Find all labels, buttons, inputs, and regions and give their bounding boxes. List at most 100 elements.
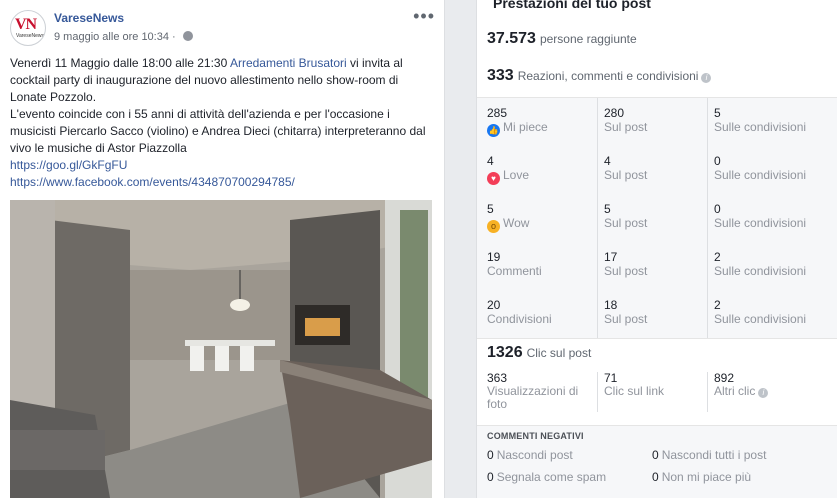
on-shares-label: Sulle condivisioni xyxy=(714,264,807,278)
avatar-logo-subtext: VareseNews xyxy=(16,33,44,39)
on-shares-label: Sulle condivisioni xyxy=(714,168,807,182)
post-performance-panel: Prestazioni del tuo post 37.573 persone r… xyxy=(476,0,837,498)
hide-all-stat: 0 Nascondi tutti i post xyxy=(652,448,766,462)
reaction-label: 👍 Mi piece xyxy=(487,120,597,137)
clicks-value: 1326 xyxy=(487,344,523,361)
post-card: VN VareseNews VareseNews 9 maggio alle o… xyxy=(0,0,445,498)
post-text-part: Venerdì 11 Maggio dalle 18:00 alle 21:30 xyxy=(10,56,230,70)
reaction-label-text: Love xyxy=(503,168,530,182)
post-header: VN VareseNews VareseNews 9 maggio alle o… xyxy=(10,7,435,48)
post-text-paragraph: L'evento coincide con i 55 anni di attiv… xyxy=(10,107,426,155)
reaction-total-value: 20 xyxy=(487,298,501,312)
reaction-total: 285 👍 Mi piece xyxy=(487,98,597,146)
clicks-section: 1326 Clic sul post 363 Visualizzazioni di… xyxy=(477,340,837,425)
reaction-total: 4 ♥ Love xyxy=(487,146,597,194)
post-photo[interactable] xyxy=(10,200,432,498)
reach-metric: 37.573 persone raggiunte xyxy=(487,30,637,48)
on-post-value: 18 xyxy=(604,298,618,312)
event-link[interactable]: https://www.facebook.com/events/43487070… xyxy=(10,175,295,189)
on-post-value: 4 xyxy=(604,154,611,168)
wow-icon: o xyxy=(487,220,500,233)
clicks-metric: 1326 Clic sul post xyxy=(487,344,591,362)
engagement-value: 333 xyxy=(487,67,514,84)
reaction-label-text: Condivisioni xyxy=(487,312,552,326)
reaction-on-post: 280 Sul post xyxy=(597,98,707,146)
reaction-on-post: 18 Sul post xyxy=(597,290,707,338)
on-post-label: Sul post xyxy=(604,264,648,278)
on-post-value: 280 xyxy=(604,106,625,120)
other-clicks-label: Altri clic i xyxy=(714,385,837,398)
reaction-on-shares: 2 Sulle condivisioni xyxy=(707,242,837,290)
on-post-value: 17 xyxy=(604,250,618,264)
reaction-on-post: 4 Sul post xyxy=(597,146,707,194)
engagement-label: Reazioni, commenti e condivisioni xyxy=(517,69,699,83)
panel-title: Prestazioni del tuo post xyxy=(493,0,651,11)
hide-all-value: 0 xyxy=(652,448,659,462)
showroom-interior-image xyxy=(10,200,432,498)
reaction-total: 20 Condivisioni xyxy=(487,290,597,338)
unlike-page-value: 0 xyxy=(652,470,659,484)
mention-link[interactable]: Arredamenti Brusatori xyxy=(230,56,347,70)
page-name-link[interactable]: VareseNews xyxy=(54,11,124,25)
reach-label: persone raggiunte xyxy=(539,32,637,46)
reaction-on-shares: 0 Sulle condivisioni xyxy=(707,146,837,194)
love-icon: ♥ xyxy=(487,172,500,185)
reaction-total-value: 5 xyxy=(487,202,494,216)
reaction-row-wow: 5 o Wow 5 Sul post 0 Sulle condivisioni xyxy=(477,194,837,242)
report-spam-stat: 0 Segnala come spam xyxy=(487,470,606,484)
reaction-on-post: 5 Sul post xyxy=(597,194,707,242)
reaction-total-value: 19 xyxy=(487,250,501,264)
hide-post-stat: 0 Nascondi post xyxy=(487,448,573,462)
link-clicks-label: Clic sul link xyxy=(604,384,665,398)
reaction-row-shares: 20 Condivisioni 18 Sul post 2 Sulle cond… xyxy=(477,290,837,338)
photo-views-label-2: foto xyxy=(487,397,508,411)
hide-post-value: 0 xyxy=(487,448,494,462)
on-post-value: 5 xyxy=(604,202,611,216)
on-shares-value: 0 xyxy=(714,202,721,216)
unlike-page-stat: 0 Non mi piace più xyxy=(652,470,751,484)
reaction-on-shares: 0 Sulle condivisioni xyxy=(707,194,837,242)
other-clicks: 892 Altri clic i xyxy=(707,372,837,412)
on-post-label: Sul post xyxy=(604,168,648,182)
reaction-label-text: Commenti xyxy=(487,264,542,278)
reaction-total: 19 Commenti xyxy=(487,242,597,290)
more-options-icon[interactable]: ••• xyxy=(413,7,435,25)
url-link[interactable]: https://goo.gl/GkFgFU xyxy=(10,158,127,172)
reaction-total-value: 285 xyxy=(487,106,508,120)
report-spam-value: 0 xyxy=(487,470,494,484)
reaction-row-like: 285 👍 Mi piece 280 Sul post 5 Sulle condi… xyxy=(477,98,837,146)
reactions-breakdown: 285 👍 Mi piece 280 Sul post 5 Sulle condi… xyxy=(477,97,837,339)
reach-value: 37.573 xyxy=(487,30,536,47)
photo-views: 363 Visualizzazioni di foto xyxy=(487,372,597,411)
on-shares-value: 2 xyxy=(714,298,721,312)
page-avatar[interactable]: VN VareseNews xyxy=(10,10,46,46)
on-shares-value: 2 xyxy=(714,250,721,264)
reaction-label: ♥ Love xyxy=(487,168,597,185)
on-shares-value: 5 xyxy=(714,106,721,120)
info-icon[interactable]: i xyxy=(758,388,769,398)
negative-feedback-title: COMMENTI NEGATIVI xyxy=(487,431,584,441)
reaction-on-shares: 5 Sulle condivisioni xyxy=(707,98,837,146)
post-date[interactable]: 9 maggio alle ore 10:34 · xyxy=(54,31,193,43)
unlike-page-label: Non mi piace più xyxy=(661,470,752,484)
engagement-metric: 333 Reazioni, commenti e condivisioni i xyxy=(487,67,712,85)
on-shares-label: Sulle condivisioni xyxy=(714,120,807,134)
info-icon[interactable]: i xyxy=(701,73,712,83)
reaction-label-text: Mi piece xyxy=(503,120,548,134)
on-post-label: Sul post xyxy=(604,120,648,134)
globe-icon xyxy=(182,31,193,41)
clicks-label: Clic sul post xyxy=(526,346,592,360)
link-clicks: 71 Clic sul link xyxy=(597,372,707,412)
like-icon: 👍 xyxy=(487,124,500,137)
on-shares-label: Sulle condivisioni xyxy=(714,216,807,230)
hide-all-label: Nascondi tutti i post xyxy=(661,448,767,462)
on-shares-label: Sulle condivisioni xyxy=(714,312,807,326)
reaction-label-text: Wow xyxy=(503,216,530,230)
reaction-label: o Wow xyxy=(487,216,597,233)
reaction-on-post: 17 Sul post xyxy=(597,242,707,290)
hide-post-label: Nascondi post xyxy=(496,448,573,462)
avatar-logo-text: VN xyxy=(15,16,37,33)
reaction-total: 5 o Wow xyxy=(487,194,597,242)
reaction-row-love: 4 ♥ Love 4 Sul post 0 Sulle condivisioni xyxy=(477,146,837,194)
on-shares-value: 0 xyxy=(714,154,721,168)
